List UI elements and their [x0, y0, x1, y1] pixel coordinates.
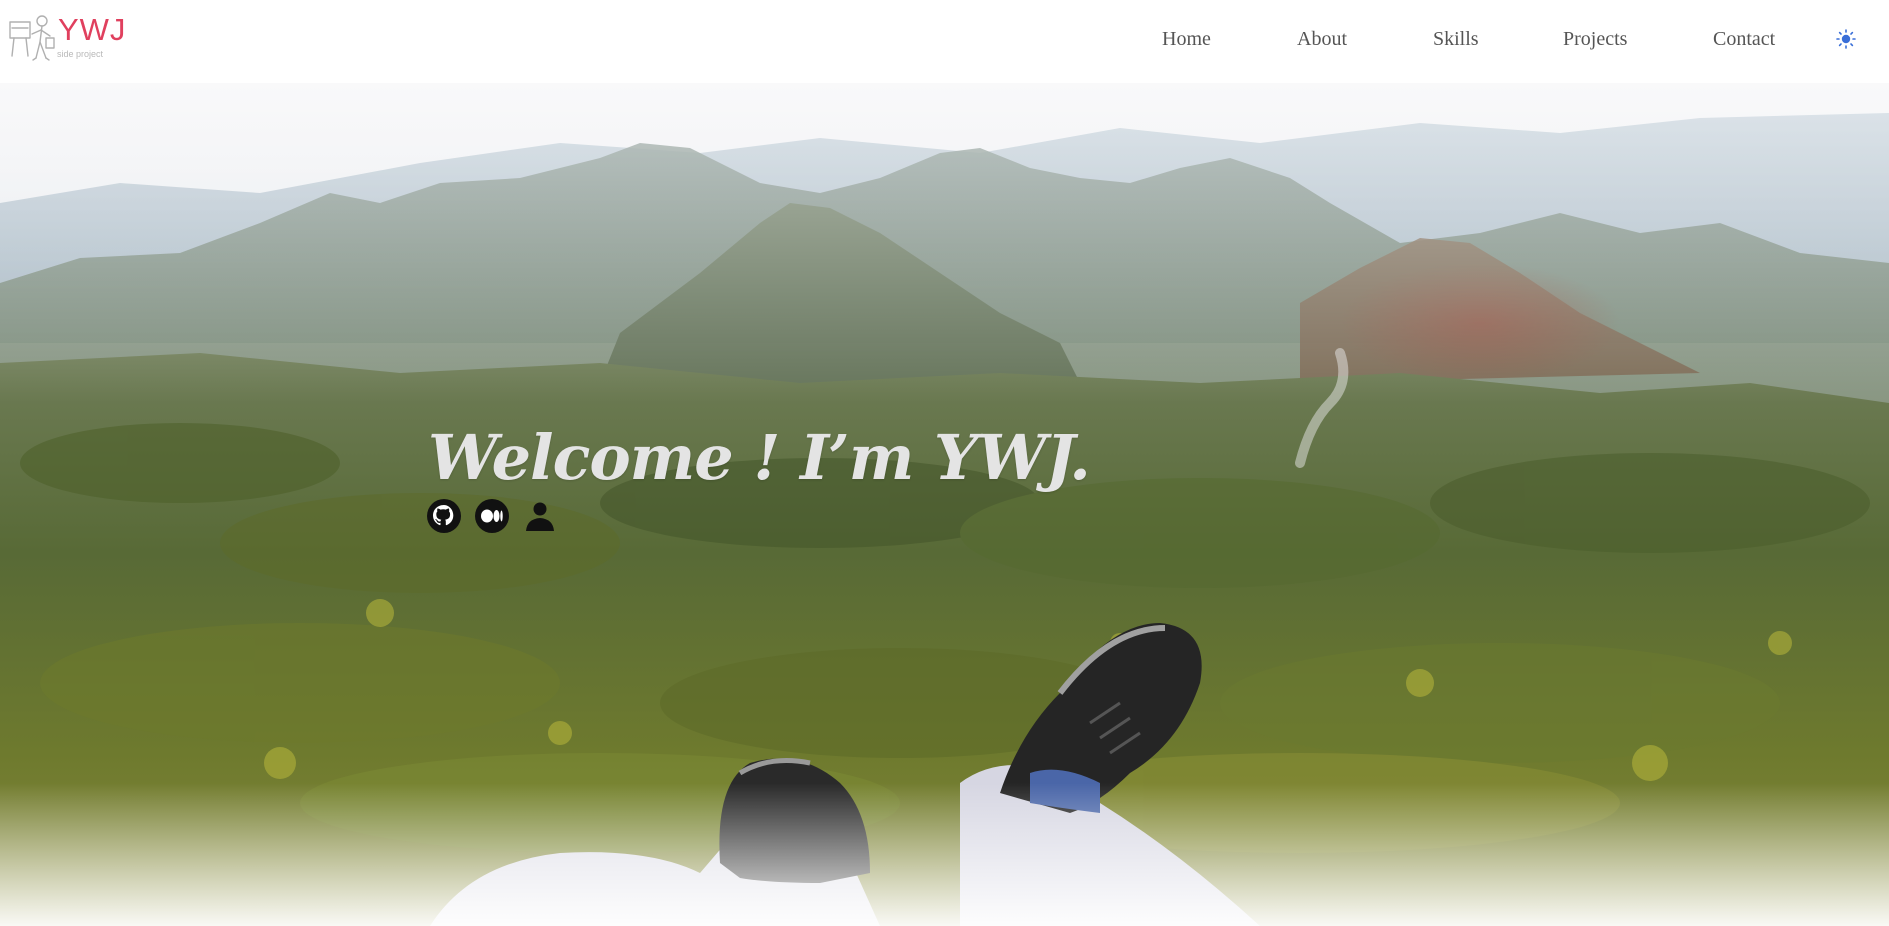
logo-title: YWJ — [58, 12, 127, 47]
github-link[interactable] — [426, 498, 462, 534]
hero-background-image — [0, 83, 1889, 926]
medium-link[interactable] — [474, 498, 510, 534]
welcome-heading: Welcome ! I’m YWJ. — [428, 420, 1091, 494]
github-icon — [427, 499, 461, 533]
logo-subtitle: side project — [57, 49, 104, 59]
logo-figure-icon — [9, 15, 55, 61]
social-links — [426, 498, 558, 536]
hero-section: Welcome ! I’m YWJ. — [0, 83, 1889, 926]
medium-icon — [475, 499, 509, 533]
profile-link[interactable] — [522, 498, 558, 534]
nav-item-contact[interactable]: Contact — [1713, 27, 1775, 51]
site-header: YWJ side project Home About Skills Proje… — [0, 0, 1889, 83]
sun-icon[interactable] — [1835, 27, 1857, 51]
nav-item-about[interactable]: About — [1297, 27, 1347, 51]
nav-item-skills[interactable]: Skills — [1433, 27, 1479, 51]
person-icon — [526, 502, 554, 531]
nav-item-home[interactable]: Home — [1162, 27, 1211, 51]
logo-link[interactable]: YWJ side project — [8, 12, 138, 68]
nav-item-projects[interactable]: Projects — [1563, 27, 1627, 51]
